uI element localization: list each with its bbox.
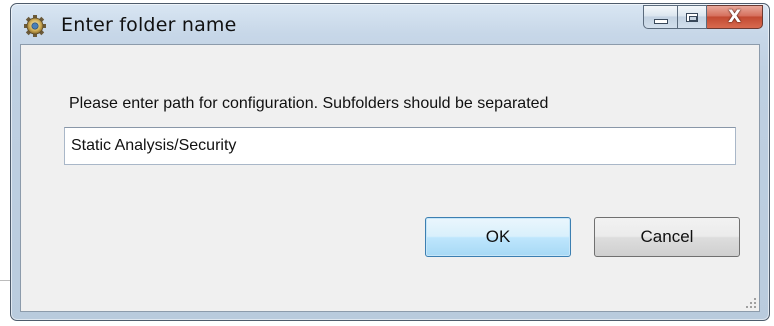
window-title: Enter folder name (61, 14, 237, 36)
resize-grip-icon[interactable] (744, 296, 756, 308)
close-button[interactable]: X (707, 5, 763, 29)
cancel-button[interactable]: Cancel (594, 217, 740, 257)
close-icon: X (727, 7, 742, 27)
dialog-body: Please enter path for configuration. Sub… (20, 44, 760, 312)
ok-button[interactable]: OK (425, 217, 571, 257)
minimize-button[interactable] (643, 5, 677, 29)
title-bar[interactable]: Enter folder name X (11, 4, 769, 44)
prompt-label: Please enter path for configuration. Sub… (69, 95, 549, 112)
minimize-icon (653, 18, 668, 24)
maximize-button[interactable] (677, 5, 707, 29)
background-edge (0, 280, 10, 281)
caption-buttons: X (643, 5, 763, 31)
maximize-icon (686, 12, 698, 22)
dialog-window: Enter folder name X Please enter path fo… (10, 3, 770, 321)
gear-icon (23, 14, 47, 38)
folder-path-input[interactable] (64, 127, 736, 165)
